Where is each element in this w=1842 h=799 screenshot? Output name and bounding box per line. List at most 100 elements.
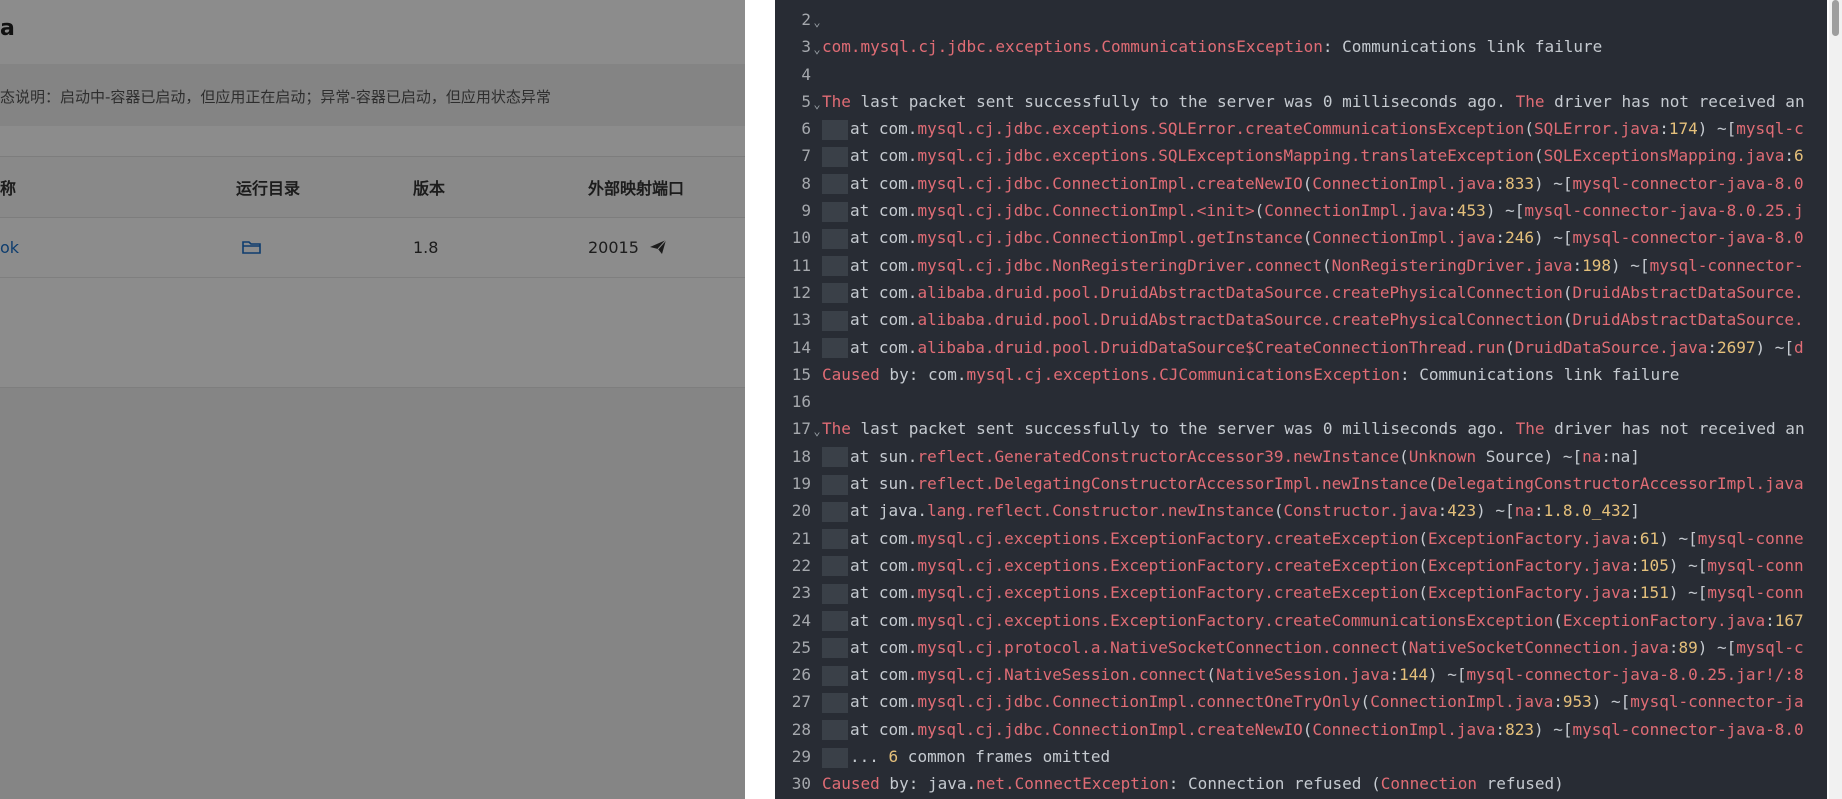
log-line: 28 at com.mysql.cj.jdbc.ConnectionImpl.cr… [775, 716, 1827, 743]
log-line: 20 at java.lang.reflect.Constructor.newIn… [775, 497, 1827, 524]
log-token: : [1495, 719, 1506, 739]
line-number: 4 [801, 64, 811, 84]
fold-chevron-icon[interactable]: ⌄ [812, 9, 822, 33]
log-text: at sun.reflect.GeneratedConstructorAcces… [822, 443, 1640, 470]
fold-chevron-icon[interactable]: ⌄ [812, 91, 822, 115]
log-line: 21 at com.mysql.cj.exceptions.ExceptionFa… [775, 525, 1827, 552]
log-token: : [1389, 665, 1400, 685]
line-number: 10 [791, 228, 811, 248]
line-number: 5 [801, 91, 811, 111]
log-token: ConnectionImpl.java [1312, 228, 1496, 248]
log-token: ExceptionFactory.java [1427, 555, 1631, 575]
line-number: 20 [791, 501, 811, 521]
log-token: mysql.cj.jdbc.exceptions.SQLError.create… [917, 119, 1525, 139]
log-token: : [1495, 228, 1506, 248]
log-token: Caused [822, 364, 880, 384]
log-line: 7 at com.mysql.cj.jdbc.exceptions.SQLExce… [775, 142, 1827, 169]
log-token: common frames omitted [898, 747, 1111, 767]
log-token: by: com. [879, 364, 967, 384]
indent-marker [822, 228, 848, 249]
indent-marker [822, 692, 848, 713]
log-drawer: 2 ⌄ 3 ⌄ com.mysql.cj.jdbc.exceptions.Communi… [745, 0, 1842, 799]
log-token: Constructor.java [1283, 501, 1438, 521]
log-token: ConnectionImpl.java [1312, 173, 1496, 193]
scrollbar[interactable] [1829, 0, 1842, 799]
log-token: : Communications link failure [1322, 37, 1603, 57]
log-line: 23 at com.mysql.cj.exceptions.ExceptionFa… [775, 579, 1827, 606]
line-number: 30 [791, 774, 811, 794]
log-line: 29... 6 common frames omitted [775, 743, 1827, 770]
log-token: : [1495, 173, 1506, 193]
modal-overlay[interactable] [0, 0, 745, 799]
log-token: ( [1302, 173, 1313, 193]
log-line: 15 Caused by: com.mysql.cj.exceptions.CJC… [775, 361, 1827, 388]
log-token: mysql.cj.exceptions.ExceptionFactory.cre… [917, 555, 1419, 575]
log-token: ( [1418, 583, 1428, 603]
line-number: 16 [791, 392, 811, 412]
log-token: 2697 [1716, 337, 1756, 357]
log-token: net.ConnectException [976, 774, 1169, 794]
log-token: alibaba.druid.pool.DruidAbstractDataSour… [917, 282, 1563, 302]
line-number: 6 [801, 119, 811, 139]
fold-chevron-icon[interactable]: ⌄ [812, 418, 822, 442]
indent-marker [822, 638, 848, 659]
log-token: 423 [1447, 501, 1477, 521]
log-token: ) ~[ [1428, 665, 1467, 685]
indent-marker [822, 283, 848, 304]
log-token: SQLError.java [1533, 119, 1660, 139]
log-token: ExceptionFactory.java [1427, 528, 1631, 548]
log-token: lang.reflect.Constructor.newInstance [927, 501, 1274, 521]
log-token: ( [1302, 719, 1313, 739]
log-token: The [1515, 419, 1545, 439]
line-number: 17 [791, 419, 811, 439]
log-text: at com.mysql.cj.NativeSession.connect(Na… [822, 661, 1804, 688]
log-token: mysql-c [1736, 637, 1804, 657]
log-token: mysql-connector-java-8.0 [1572, 228, 1804, 248]
log-token: ( [1360, 692, 1371, 712]
log-token: : [1707, 337, 1717, 357]
log-token: mysql-conn [1707, 583, 1804, 603]
log-line: 12 at com.alibaba.druid.pool.DruidAbstrac… [775, 279, 1827, 306]
log-token: NativeSession.java [1216, 665, 1390, 685]
log-token: mysql.cj.exceptions.ExceptionFactory.cre… [917, 583, 1419, 603]
log-token: ) ~[ [1697, 119, 1737, 139]
log-token: ( [1206, 665, 1217, 685]
log-token: : [1437, 501, 1448, 521]
log-token: :na] [1601, 446, 1640, 466]
log-viewer[interactable]: 2 ⌄ 3 ⌄ com.mysql.cj.jdbc.exceptions.Communi… [775, 0, 1827, 799]
log-token: com.mysql.cj.jdbc.exceptions.Communicati… [822, 37, 1323, 57]
log-token: ( [1399, 446, 1409, 466]
log-token: ) ~[ [1755, 337, 1795, 357]
log-line: 6 at com.mysql.cj.jdbc.exceptions.SQLErro… [775, 115, 1827, 142]
log-text: at com.mysql.cj.jdbc.exceptions.SQLError… [822, 115, 1804, 142]
fold-chevron-icon[interactable]: ⌄ [812, 36, 822, 60]
log-token: The [1515, 91, 1545, 111]
log-token: at com. [850, 119, 918, 139]
log-token: : [1447, 201, 1457, 221]
log-token: ExceptionFactory.java [1562, 610, 1766, 630]
log-line: 9 at com.mysql.cj.jdbc.ConnectionImpl.<in… [775, 197, 1827, 224]
log-token: 105 [1639, 555, 1669, 575]
log-token: ( [1418, 528, 1428, 548]
log-token: at com. [850, 255, 918, 275]
log-line: 25 at com.mysql.cj.protocol.a.NativeSocke… [775, 634, 1827, 661]
log-token: ( [1254, 201, 1265, 221]
log-token: 144 [1399, 665, 1428, 685]
log-token: mysql.cj.NativeSession.connect [917, 665, 1207, 685]
line-number: 21 [791, 528, 811, 548]
log-token: ) ~[ [1697, 637, 1737, 657]
log-line: 22 at com.mysql.cj.exceptions.ExceptionFa… [775, 552, 1827, 579]
indent-marker [822, 119, 848, 140]
line-number: 26 [791, 665, 811, 685]
log-token: 833 [1505, 173, 1534, 193]
line-number: 14 [791, 337, 811, 357]
log-token: 198 [1582, 255, 1612, 275]
log-token: at com. [850, 228, 918, 248]
log-token: alibaba.druid.pool.DruidDataSource$Creat… [917, 337, 1506, 357]
log-text: at com.mysql.cj.jdbc.ConnectionImpl.getI… [822, 224, 1804, 251]
log-token: at sun. [850, 474, 918, 494]
scroll-thumb[interactable] [1832, 0, 1839, 36]
log-token: : [1630, 583, 1640, 603]
log-line: 18 at sun.reflect.GeneratedConstructorAcc… [775, 443, 1827, 470]
log-text: Caused by: java.net.ConnectException: Co… [822, 770, 1564, 797]
